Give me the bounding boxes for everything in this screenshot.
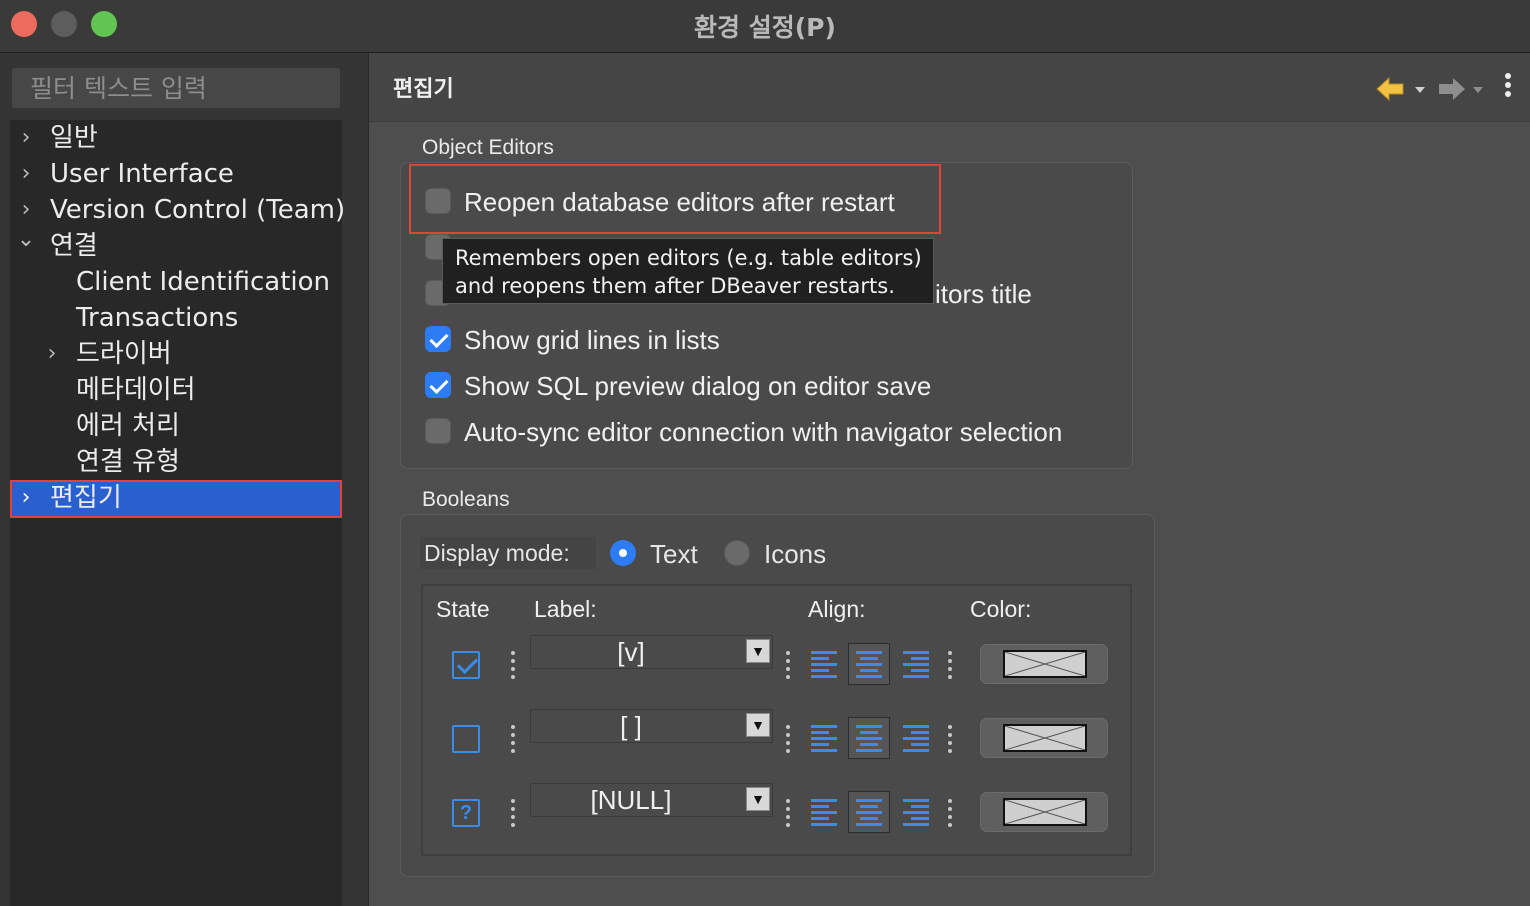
tooltip: Remembers open editors (e.g. table edito… [442,238,934,304]
chevron-right-icon[interactable]: › [16,156,36,192]
booleans-label: Booleans [422,488,510,511]
no-color-swatch-icon [1003,798,1087,826]
tree-item-connection-types[interactable]: 연결 유형 [10,444,342,480]
align-right-icon[interactable] [903,799,929,827]
option-label: Show grid lines in lists [464,325,720,355]
combo-value: [ ] [620,711,642,741]
auto-sync-checkbox[interactable] [425,418,451,444]
display-mode-icons-radio[interactable] [724,540,750,566]
chevron-down-icon[interactable]: ⌄ [16,222,36,258]
column-header-color: Color: [970,596,1032,622]
tree-item-version-control[interactable]: › Version Control (Team) [10,192,346,228]
object-editors-label: Object Editors [422,136,554,159]
preferences-sidebar: › 일반 › User Interface › Version Control … [0,53,369,906]
show-grid-lines-checkbox[interactable] [425,326,451,352]
separator [948,651,952,683]
tree-item-label: Transactions [76,303,239,333]
separator [948,799,952,831]
separator [786,651,790,683]
tree-item-error-handling[interactable]: 에러 처리 [10,408,342,444]
tree-item-connections[interactable]: ⌄ 연결 [10,227,342,264]
chevron-right-icon[interactable]: › [16,480,36,516]
tree-item-label: 드라이버 [76,339,172,369]
show-sql-preview-checkbox[interactable] [425,372,451,398]
window-title: 환경 설정(P) [694,13,836,42]
align-center-button[interactable] [848,643,890,685]
align-left-icon[interactable] [811,725,837,753]
tree-item-transactions[interactable]: Transactions [10,300,342,336]
filter-input[interactable] [12,68,340,108]
align-left-icon[interactable] [811,799,837,827]
state-checked-icon [452,651,480,679]
chevron-right-icon[interactable]: › [42,336,62,372]
separator [511,799,515,831]
align-center-icon [856,799,882,827]
column-header-label: Label: [534,596,597,622]
tree-item-label: 연결 [50,231,98,261]
tree-item-editors[interactable]: › 편집기 [10,480,342,518]
state-unchecked-icon [452,725,480,753]
dropdown-arrow-icon[interactable]: ▼ [746,713,770,737]
preferences-tree: › 일반 › User Interface › Version Control … [10,120,346,906]
chevron-right-icon[interactable]: › [16,120,36,156]
align-right-icon[interactable] [903,651,929,679]
tree-item-label: Client Identification [76,267,331,297]
separator [511,725,515,757]
tree-item-client-identification[interactable]: Client Identification [10,264,342,300]
column-header-state: State [436,596,490,622]
align-center-icon [856,725,882,753]
dropdown-arrow-icon[interactable]: ▼ [746,787,770,811]
back-arrow-icon[interactable] [1375,75,1425,103]
combo-value: [v] [617,637,645,667]
tooltip-line: and reopens them after DBeaver restarts. [455,274,895,298]
tree-item-label: 일반 [50,123,98,153]
tree-item-label: 메타데이터 [76,375,196,405]
forward-arrow-icon[interactable] [1435,75,1485,103]
align-left-icon[interactable] [811,651,837,679]
tree-item-metadata[interactable]: 메타데이터 [10,372,342,408]
label-combo-checked[interactable]: [v] ▼ [530,635,773,669]
label-combo-unchecked[interactable]: [ ] ▼ [530,709,773,743]
align-center-button[interactable] [848,791,890,833]
column-header-align: Align: [808,596,866,622]
separator [511,651,515,683]
page-title: 편집기 [393,77,454,102]
separator [786,725,790,757]
highlight-frame [409,164,941,234]
state-null-icon: ? [452,799,480,827]
menu-icon[interactable] [1505,73,1513,100]
color-button-checked[interactable] [980,644,1108,684]
option-label: Show SQL preview dialog on editor save [464,371,932,401]
no-color-swatch-icon [1003,724,1087,752]
label-combo-null[interactable]: [NULL] ▼ [530,783,773,817]
no-color-swatch-icon [1003,650,1087,678]
tree-item-label: 에러 처리 [76,411,180,441]
color-button-unchecked[interactable] [980,718,1108,758]
tooltip-line: Remembers open editors (e.g. table edito… [455,246,922,270]
align-right-icon[interactable] [903,725,929,753]
tree-item-label: 편집기 [50,483,122,513]
dropdown-arrow-icon[interactable]: ▼ [746,639,770,663]
align-center-button[interactable] [848,717,890,759]
align-center-icon [856,651,882,679]
display-mode-label: Display mode: [420,537,596,569]
tree-item-general[interactable]: › 일반 [10,120,342,156]
title-bar: 환경 설정(P) [0,0,1530,53]
tree-item-label: User Interface [50,159,234,189]
option-label: itors title [935,279,1032,309]
radio-label-icons[interactable]: Icons [764,537,826,571]
display-mode-text-radio[interactable] [610,540,636,566]
content-header: 편집기 [369,53,1530,122]
color-button-null[interactable] [980,792,1108,832]
tree-item-user-interface[interactable]: › User Interface [10,156,342,192]
separator [948,725,952,757]
radio-label-text[interactable]: Text [650,537,698,571]
tree-item-drivers[interactable]: › 드라이버 [10,336,342,372]
combo-value: [NULL] [590,785,672,815]
separator [786,799,790,831]
option-label: Auto-sync editor connection with navigat… [464,417,1063,447]
tree-item-label: Version Control (Team) [50,195,346,225]
tree-item-label: 연결 유형 [76,447,180,477]
